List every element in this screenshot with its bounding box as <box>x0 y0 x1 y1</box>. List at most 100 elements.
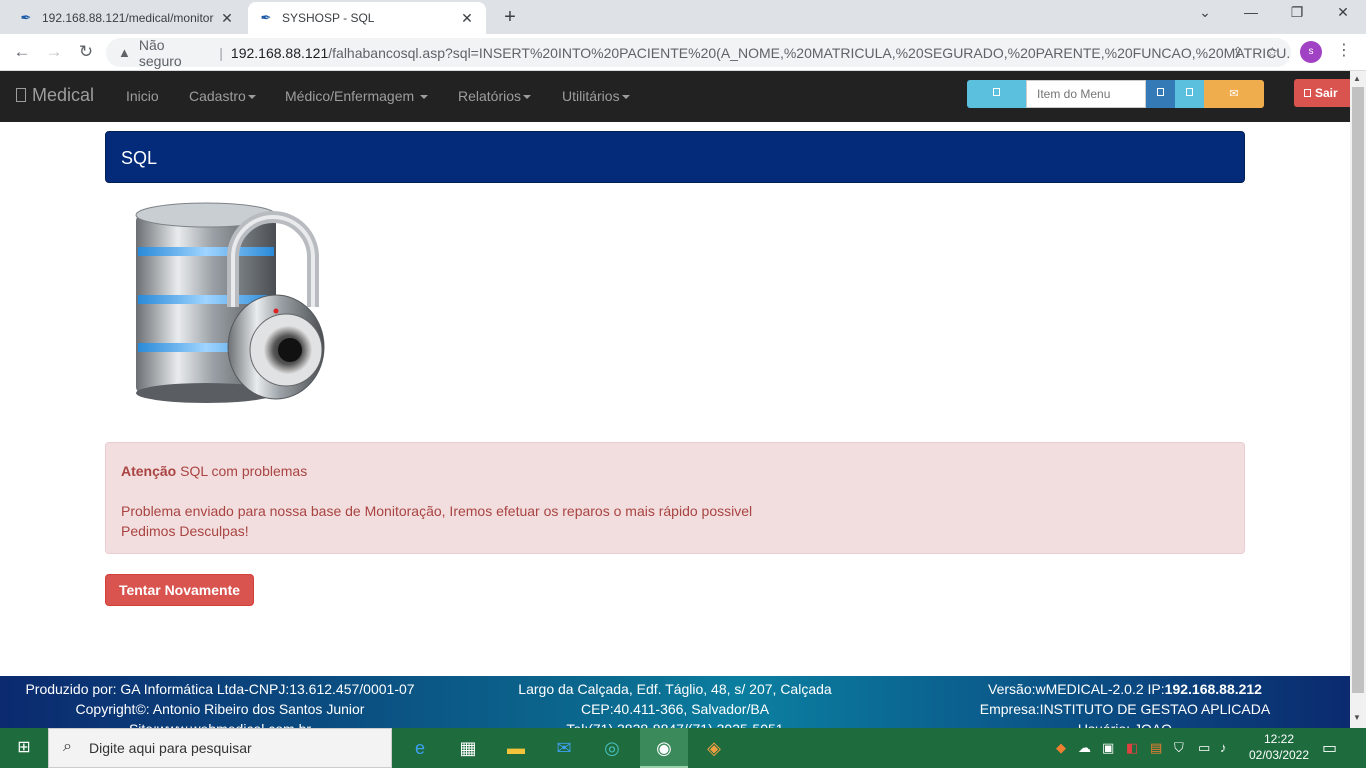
chrome-icon[interactable]: ◉ <box>640 728 688 768</box>
url-host: 192.168.88.121 <box>230 44 329 61</box>
footer-credits: Produzido por: GA Informática Ltda-CNPJ:… <box>10 679 430 728</box>
restore-icon[interactable]: ❐ <box>1282 4 1312 21</box>
reload-icon[interactable]: ↻ <box>74 40 98 64</box>
alert-line-1: Problema enviado para nossa base de Moni… <box>121 503 753 519</box>
syringe-icon: ✒ <box>20 10 32 25</box>
bookmark-star-icon[interactable]: ☆ <box>1266 44 1279 61</box>
url-path: /falhabancosql.asp?sql=INSERT%20INTO%20P… <box>328 44 1291 61</box>
nav-item-inicio[interactable]: Inicio <box>126 88 159 104</box>
info-small-button[interactable] <box>1175 80 1204 108</box>
share-icon[interactable]: ⇪ <box>1232 44 1244 61</box>
app-navbar: Medical Inicio Cadastro Médico/Enfermage… <box>0 71 1350 122</box>
caret-down-icon <box>247 95 256 100</box>
scroll-down-icon[interactable]: ▼ <box>1353 713 1361 722</box>
database-lock-icon <box>135 202 325 403</box>
tab-title: 192.168.88.121/medical/monitor <box>42 11 214 25</box>
brand-label: Medical <box>32 85 95 105</box>
menu-search-input[interactable] <box>1026 80 1146 108</box>
clock-time: 12:22 <box>1263 732 1295 746</box>
footer-user: Usuário: JOAO <box>960 719 1290 728</box>
notification-icon[interactable]: ▭ <box>1322 738 1337 758</box>
tray-network-app-icon[interactable]: ▣ <box>1102 740 1114 756</box>
file-explorer-icon[interactable]: ▬ <box>492 728 540 768</box>
nav-item-relatorios[interactable]: Relatórios <box>458 88 532 104</box>
mail-icon[interactable]: ✉ <box>540 728 588 768</box>
new-tab-button[interactable]: + <box>498 6 522 29</box>
page-title: SQL <box>105 131 1245 183</box>
caret-down-icon <box>523 95 532 100</box>
edge-icon[interactable]: e <box>396 728 444 768</box>
info-button[interactable] <box>967 80 1026 108</box>
store-icon[interactable]: ▦ <box>444 728 492 768</box>
mail-button[interactable]: ✉ <box>1204 80 1264 108</box>
network-icon[interactable]: ▭ <box>1198 740 1210 756</box>
nav-label: Relatórios <box>458 88 522 104</box>
footer-version: Versão:wMEDICAL-2.0.2 IP: <box>988 681 1165 697</box>
browser-tab-monitor[interactable]: ✒ 192.168.88.121/medical/monitor ✕ <box>8 2 246 34</box>
minimize-icon[interactable]: — <box>1236 4 1266 20</box>
nav-item-utilitarios[interactable]: Utilitários <box>562 88 630 104</box>
page-footer: Produzido por: GA Informática Ltda-CNPJ:… <box>0 676 1350 728</box>
nav-label: Utilitários <box>562 88 620 104</box>
page-scrollbar[interactable]: ▲ ▼ <box>1350 71 1366 728</box>
warning-icon[interactable]: ▲ <box>118 45 131 60</box>
square-icon <box>1186 88 1193 96</box>
square-icon <box>993 88 1000 96</box>
tray-java-icon[interactable]: ▤ <box>1150 740 1162 756</box>
brand-icon <box>16 88 26 102</box>
footer-site[interactable]: Site:www.webmedical.com.br <box>10 719 430 728</box>
envelope-icon: ✉ <box>1229 88 1239 100</box>
separator: | <box>219 44 223 61</box>
footer-ip: 192.168.88.212 <box>1164 681 1262 697</box>
back-arrow-icon[interactable]: ← <box>10 40 34 64</box>
onedrive-icon[interactable]: ☁ <box>1078 740 1091 756</box>
footer-copyright: Copyright©: Antonio Ribeiro dos Santos J… <box>75 701 365 717</box>
tray-security-icon[interactable]: ⛉ <box>1174 740 1184 756</box>
footer-street: Largo da Calçada, Edf. Táglio, 48, s/ 20… <box>518 681 832 697</box>
scroll-up-icon[interactable]: ▲ <box>1353 74 1361 83</box>
window-close-icon[interactable]: ✕ <box>1328 4 1358 21</box>
square-icon <box>1304 89 1311 97</box>
search-button[interactable] <box>1146 80 1175 108</box>
footer-address: Largo da Calçada, Edf. Táglio, 48, s/ 20… <box>480 679 870 728</box>
tab-title: SYSHOSP - SQL <box>282 11 375 25</box>
volume-icon[interactable]: ♪ <box>1220 740 1227 755</box>
forward-arrow-icon[interactable]: → <box>42 40 66 64</box>
browser-tab-syshosp[interactable]: ✒ SYSHOSP - SQL ✕ <box>248 2 486 34</box>
close-icon[interactable]: ✕ <box>218 10 236 27</box>
footer-cep: CEP:40.411-366, Salvador/BA <box>580 701 770 717</box>
taskbar-search[interactable]: ⌕ Digite aqui para pesquisar <box>48 728 392 768</box>
footer-producer: Produzido por: GA Informática Ltda-CNPJ:… <box>25 681 415 697</box>
logout-label: Sair <box>1315 86 1338 100</box>
nav-item-cadastro[interactable]: Cadastro <box>189 88 256 104</box>
scrollbar-thumb[interactable] <box>1352 87 1364 693</box>
tab-search-chevron-icon[interactable]: ⌄ <box>1190 4 1220 21</box>
alert-line-2: Pedimos Desculpas! <box>121 523 249 539</box>
tray-app-icon[interactable]: ◆ <box>1056 740 1066 756</box>
windows-start-icon[interactable]: ⊞ <box>0 728 48 768</box>
taskbar-clock[interactable]: 12:22 02/03/2022 <box>1246 731 1312 763</box>
search-icon: ⌕ <box>63 738 72 755</box>
nav-label: Cadastro <box>189 88 246 104</box>
profile-avatar[interactable]: s <box>1300 41 1322 63</box>
brave-icon[interactable]: ◈ <box>690 728 738 768</box>
nav-label: Médico/Enfermagem <box>285 88 415 104</box>
windows-taskbar: ⊞ ⌕ Digite aqui para pesquisar e ▦ ▬ ✉ ◎… <box>0 728 1366 768</box>
tray-anydesk-icon[interactable]: ◧ <box>1126 740 1138 756</box>
fingerprint-app-icon[interactable]: ◎ <box>588 728 636 768</box>
caret-down-icon <box>621 95 630 100</box>
address-bar[interactable]: ▲ Não seguro | 192.168.88.121/falhabanco… <box>106 37 1291 69</box>
logout-button[interactable]: Sair <box>1294 79 1350 107</box>
nav-item-medico-enfermagem[interactable]: Médico/Enfermagem <box>285 88 429 104</box>
footer-system-info: Versão:wMEDICAL-2.0.2 IP:192.168.88.212 … <box>960 679 1290 728</box>
clock-date: 02/03/2022 <box>1248 748 1310 762</box>
footer-phone: Tel:(71) 3838-8847/(71) 3035-5051 <box>480 719 870 728</box>
browser-tab-strip: ✒ 192.168.88.121/medical/monitor ✕ ✒ SYS… <box>0 0 1366 34</box>
retry-button[interactable]: Tentar Novamente <box>105 574 254 606</box>
close-icon[interactable]: ✕ <box>458 10 476 27</box>
security-label[interactable]: Não seguro <box>139 37 209 69</box>
more-menu-icon[interactable]: ⋮ <box>1336 40 1352 60</box>
alert-headline: SQL com problemas <box>180 463 308 479</box>
brand[interactable]: Medical <box>16 85 94 106</box>
